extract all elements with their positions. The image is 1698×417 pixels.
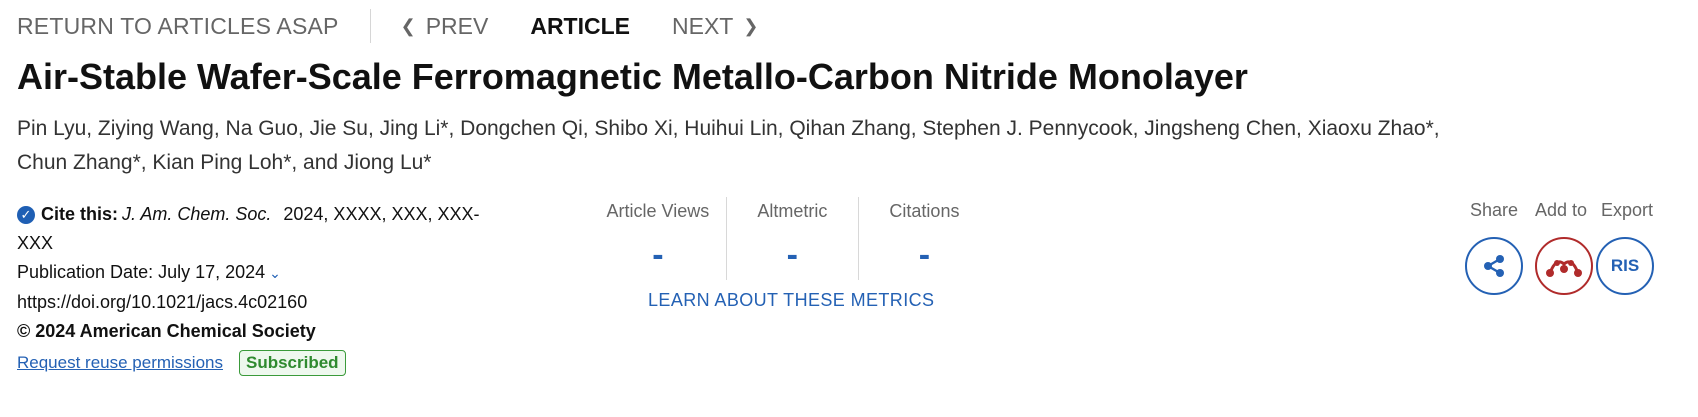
article-nav: RETURN TO ARTICLES ASAP ❮ PREV ARTICLE N… [17,9,758,43]
metric-value: - [652,236,664,274]
chevron-down-icon[interactable]: ⌄ [269,265,281,281]
metric-label: Altmetric [757,201,828,221]
cite-label: Cite this: [41,204,119,224]
check-circle-icon: ✓ [17,206,35,224]
add-to-mendeley-button[interactable] [1535,237,1593,295]
add-to-action: Add to [1529,200,1593,295]
export-action: Export RIS [1596,200,1654,295]
return-to-articles-link[interactable]: RETURN TO ARTICLES ASAP [17,13,339,40]
chevron-left-icon: ❮ [400,15,416,36]
author-list: Pin Lyu, Ziying Wang, Na Guo, Jie Su, Ji… [17,112,1637,180]
metric-citations: Citations - [857,197,990,280]
citation-block: ✓ Cite this: J. Am. Chem. Soc. 2024, XXXX, … [17,200,537,376]
journal-name: J. Am. Chem. Soc. [122,204,272,224]
publication-date[interactable]: Publication Date: July 17, 2024 ⌄ [17,258,537,288]
share-label: Share [1469,200,1519,220]
nav-divider [369,9,371,43]
metrics-panel: Article Views - Altmetric - Citations - … [590,197,990,310]
reuse-row: Request reuse permissions Subscribed [17,350,537,376]
ris-label: RIS [1610,256,1640,275]
metric-value: - [918,236,931,274]
learn-about-metrics-link[interactable]: LEARN ABOUT THESE METRICS [648,290,934,311]
share-icon [1484,255,1504,277]
prev-article-link[interactable]: ❮ PREV [401,13,489,40]
authors-line-1: Pin Lyu, Ziying Wang, Na Guo, Jie Su, Ji… [17,117,1440,140]
share-button[interactable] [1465,237,1523,295]
metric-altmetric: Altmetric - [725,197,858,280]
metric-label: Article Views [606,201,710,221]
export-label: Export [1600,200,1654,220]
article-title: Air-Stable Wafer-Scale Ferromagnetic Met… [17,56,1248,97]
metric-article-views: Article Views - [590,197,726,280]
article-tab[interactable]: ARTICLE [530,13,630,40]
citation-text-cont: XXX [17,233,54,253]
next-article-link[interactable]: NEXT ❯ [672,13,758,40]
request-reuse-permissions-link[interactable]: Request reuse permissions [17,353,223,373]
chevron-right-icon: ❯ [743,15,759,36]
cite-this: ✓ Cite this: J. Am. Chem. Soc. 2024, XXXX, … [17,200,537,229]
next-label: NEXT [672,12,734,39]
share-action: Share [1465,200,1523,295]
copyright-notice: © 2024 American Chemical Society [17,321,316,341]
publication-date-text: Publication Date: July 17, 2024 [17,262,266,282]
authors-line-2: Chun Zhang*, Kian Ping Loh*, and Jiong L… [17,151,432,174]
prev-label: PREV [425,12,489,39]
metric-label: Citations [889,201,960,221]
metric-value: - [786,236,798,274]
citation-text: 2024, XXXX, XXX, XXX- [283,204,480,224]
mendeley-icon [1546,260,1582,277]
doi-link[interactable]: https://doi.org/10.1021/jacs.4c02160 [17,288,537,317]
export-ris-button[interactable]: RIS [1596,237,1654,295]
subscribed-badge: Subscribed [238,350,346,376]
add-to-label: Add to [1534,200,1588,220]
